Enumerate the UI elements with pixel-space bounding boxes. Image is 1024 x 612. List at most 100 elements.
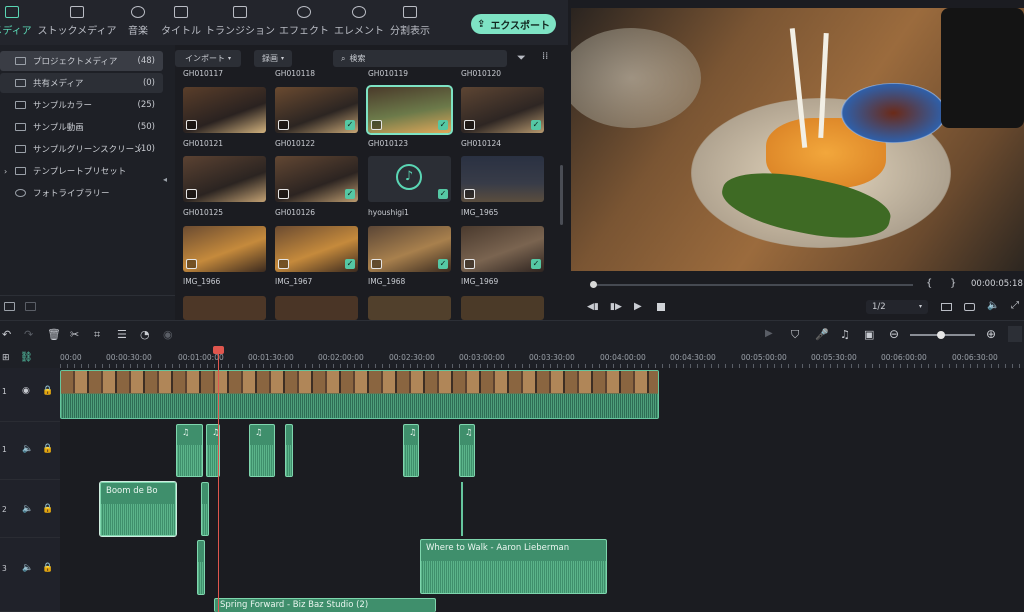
media-thumbnail[interactable]	[461, 156, 544, 202]
media-thumbnail[interactable]	[183, 296, 266, 320]
undo-icon[interactable]: ↶	[2, 328, 11, 341]
step-forward-icon[interactable]: ▮▶	[610, 302, 622, 312]
zoom-out-icon[interactable]: ⊖	[889, 327, 899, 341]
media-thumbnail[interactable]	[368, 296, 451, 320]
speaker-icon[interactable]: 🔈	[22, 504, 33, 514]
folder-icon[interactable]	[25, 302, 36, 311]
sidebar-item-sample-greenscreen[interactable]: サンプルグリーンスクリーン (10)	[0, 139, 163, 159]
media-thumbnail[interactable]: ✓	[275, 226, 358, 272]
subtitle-icon[interactable]: ▣	[864, 328, 874, 341]
filter-icon[interactable]: ⏷	[517, 51, 526, 65]
record-dropdown[interactable]: 録画 ▾	[254, 50, 292, 67]
export-button[interactable]: ⇪ エクスポート	[471, 14, 556, 34]
media-thumbnail[interactable]: ✓	[368, 226, 451, 272]
color-icon[interactable]: ◉	[163, 328, 173, 341]
quality-select[interactable]: 1/2 ▾	[866, 300, 928, 314]
track-number: 1	[2, 445, 7, 454]
media-thumbnail[interactable]	[461, 296, 544, 320]
media-thumbnail[interactable]	[183, 87, 266, 133]
progress-handle[interactable]	[590, 281, 597, 288]
crop-icon[interactable]: ⌗	[94, 328, 100, 342]
sidebar-item-shared-media[interactable]: 共有メディア (0)	[0, 73, 163, 93]
tab-elements[interactable]: エレメント	[334, 6, 384, 42]
zoom-slider-handle[interactable]	[937, 331, 945, 339]
playhead[interactable]	[218, 346, 219, 612]
audio-clip[interactable]: ♫	[459, 424, 475, 477]
stop-icon[interactable]	[657, 303, 665, 311]
speed-icon[interactable]: ◔	[140, 328, 150, 341]
sidebar-item-photo-library[interactable]: フォトライブラリー	[0, 183, 163, 203]
tab-stock-media[interactable]: ストックメディア	[38, 6, 116, 42]
image-icon	[464, 189, 475, 199]
lock-icon[interactable]: 🔒	[42, 563, 53, 573]
adjust-icon[interactable]: ☰	[117, 328, 127, 341]
delete-icon[interactable]: 🗑	[47, 328, 61, 341]
audio-clip-spring-forward[interactable]: Spring Forward - Biz Baz Studio (2)	[214, 598, 436, 612]
audio-clip[interactable]: ♫	[403, 424, 419, 477]
step-back-icon[interactable]: ◀▮	[587, 302, 599, 312]
volume-icon[interactable]: 🔈	[987, 300, 999, 311]
music-note-icon	[131, 6, 145, 18]
video-clip-strip[interactable]	[60, 370, 659, 419]
tab-transitions[interactable]: トランジション	[205, 6, 275, 42]
marker-icon[interactable]: ⛉	[791, 328, 799, 342]
eye-icon[interactable]: ◉	[22, 386, 30, 396]
link-icon[interactable]: ⛓	[20, 352, 33, 363]
lock-icon[interactable]: 🔒	[42, 386, 53, 396]
timeline-ruler[interactable]: ⊞ ⛓ 00:00 00:00:30:00 00:01:00:00 00:01:…	[0, 348, 1024, 368]
camera-icon[interactable]	[964, 303, 975, 311]
mark-in-button[interactable]: {	[926, 278, 932, 289]
lock-icon[interactable]: 🔒	[42, 444, 53, 454]
media-thumbnail[interactable]	[275, 296, 358, 320]
tab-split-screen[interactable]: 分割表示	[390, 6, 430, 42]
audio-mix-icon[interactable]: ♫	[840, 328, 850, 341]
audio-clip[interactable]	[201, 482, 209, 536]
render-icon[interactable]: ▶	[765, 328, 773, 339]
audio-clip-boom-de-bo[interactable]: Boom de Bo	[99, 481, 177, 537]
sidebar-item-sample-video[interactable]: サンプル動画 (50)	[0, 117, 163, 137]
tab-music[interactable]: 音楽	[126, 6, 150, 42]
add-track-icon[interactable]: ⊞	[2, 353, 10, 363]
sidebar-item-sample-colors[interactable]: サンプルカラー (25)	[0, 95, 163, 115]
cut-icon[interactable]: ✂	[70, 328, 79, 341]
mark-out-button[interactable]: }	[950, 278, 956, 289]
media-thumbnail[interactable]: ✓	[461, 87, 544, 133]
speaker-icon[interactable]: 🔈	[22, 444, 33, 454]
media-thumbnail-selected[interactable]: ✓	[366, 85, 453, 135]
scrollbar[interactable]	[560, 165, 563, 225]
fullscreen-icon[interactable]: ⤢	[1011, 300, 1019, 311]
grid-view-icon[interactable]: ⁞⁞	[542, 51, 548, 62]
tab-effects[interactable]: エフェクト	[279, 6, 329, 42]
progress-track[interactable]	[591, 284, 913, 286]
zoom-in-icon[interactable]: ⊕	[986, 327, 996, 341]
media-thumbnail[interactable]: ✓	[275, 156, 358, 202]
tab-media[interactable]: メディア	[0, 6, 32, 42]
media-thumbnail[interactable]	[183, 226, 266, 272]
mic-icon[interactable]: 🎤	[815, 328, 829, 341]
audio-clip[interactable]: ♫	[249, 424, 275, 477]
sidebar-item-template-presets[interactable]: › テンプレートプリセット	[0, 161, 163, 181]
media-thumbnail[interactable]: ✓	[461, 226, 544, 272]
layout-icon[interactable]	[1008, 326, 1022, 342]
search-input[interactable]: ⌕ 検索	[333, 50, 507, 67]
speaker-icon[interactable]: 🔈	[22, 563, 33, 573]
ruler-tick: 00:04:30:00	[670, 353, 716, 362]
import-dropdown[interactable]: インポート ▾	[175, 50, 241, 67]
media-thumbnail[interactable]: ✓	[275, 87, 358, 133]
audio-clip-where-to-walk[interactable]: Where to Walk - Aaron Lieberman	[420, 539, 607, 594]
lock-icon[interactable]: 🔒	[42, 504, 53, 514]
new-folder-icon[interactable]	[4, 302, 15, 311]
media-thumbnail[interactable]: ♪ ✓	[368, 156, 451, 202]
redo-icon[interactable]: ↷	[24, 328, 33, 341]
audio-clip[interactable]	[197, 540, 205, 595]
tab-titles[interactable]: タイトル	[161, 6, 201, 42]
audio-clip-sliver[interactable]	[461, 482, 463, 536]
media-label: GH010123	[368, 139, 409, 148]
audio-clip[interactable]	[285, 424, 293, 477]
play-icon[interactable]: ▶	[634, 301, 642, 312]
display-icon[interactable]	[941, 303, 952, 311]
media-thumbnail[interactable]	[183, 156, 266, 202]
collapse-sidebar-icon[interactable]: ◂	[163, 175, 167, 184]
audio-clip[interactable]: ♫	[176, 424, 203, 477]
sidebar-item-project-media[interactable]: プロジェクトメディア (48)	[0, 51, 163, 71]
